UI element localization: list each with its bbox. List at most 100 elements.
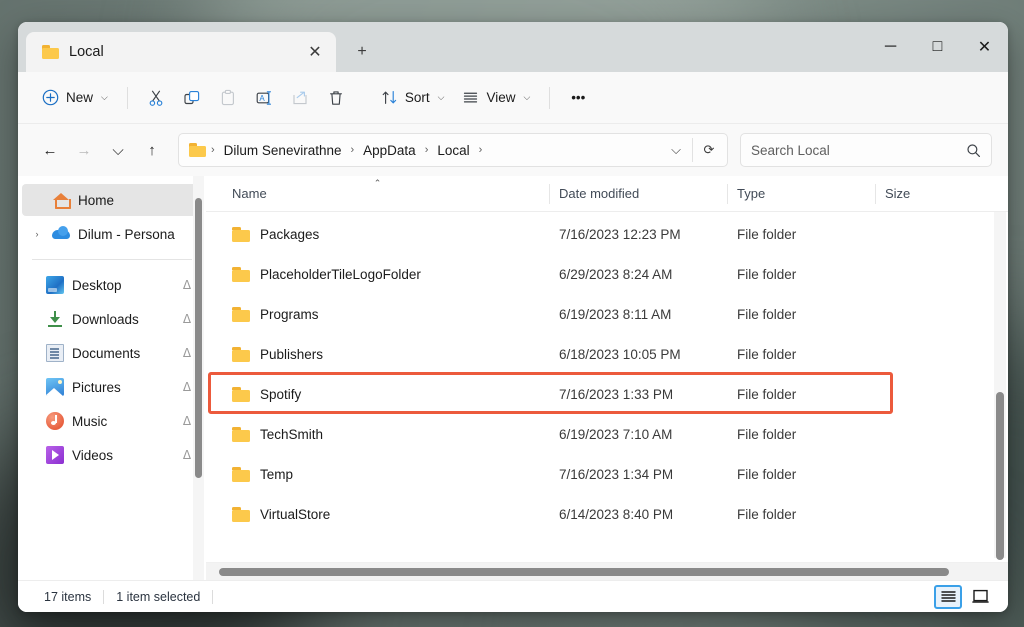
sidebar-item-label: Home: [78, 192, 115, 208]
up-icon[interactable]: ↑: [136, 134, 168, 166]
pin-icon[interactable]: ᐃ: [180, 278, 194, 292]
column-header-label: Name: [232, 186, 267, 201]
pin-icon[interactable]: ᐃ: [180, 346, 194, 360]
column-header-size[interactable]: Size: [875, 176, 985, 212]
refresh-icon[interactable]: ⟳: [695, 136, 723, 164]
pin-icon[interactable]: ᐃ: [180, 312, 194, 326]
search-input[interactable]: [751, 142, 966, 158]
chevron-right-icon[interactable]: ›: [30, 229, 44, 239]
documents-icon: [46, 344, 64, 362]
share-icon: [293, 91, 307, 104]
breadcrumb-separator: ›: [211, 144, 215, 156]
row-date-cell: 6/14/2023 8:40 PM: [559, 506, 674, 522]
address-breadcrumb-bar[interactable]: › Dilum Senevirathne › AppData › Local ›…: [178, 133, 728, 167]
sidebar-item-documents[interactable]: Documents ᐃ: [22, 337, 198, 369]
row-name-cell: Publishers: [206, 346, 549, 362]
command-toolbar: New ⌵ A Sort ⌵ View ⌵ •••: [18, 72, 1008, 124]
toolbar-divider: [126, 86, 128, 109]
maximize-icon[interactable]: □: [914, 22, 961, 72]
sort-button[interactable]: Sort ⌵: [373, 81, 453, 115]
folder-icon: [232, 226, 250, 242]
row-name-text: VirtualStore: [260, 506, 331, 522]
table-row[interactable]: Publishers 6/18/2023 10:05 PM File folde…: [206, 334, 1008, 374]
details-view-icon: [940, 591, 956, 602]
row-date-cell: 6/19/2023 7:10 AM: [559, 426, 673, 442]
row-name-text: Spotify: [260, 386, 302, 402]
search-box[interactable]: [740, 133, 992, 167]
delete-button[interactable]: [319, 81, 353, 115]
chevron-down-icon: ⌵: [101, 92, 108, 102]
sidebar-item-pictures[interactable]: Pictures ᐃ: [22, 371, 198, 403]
title-bar: Local ✕ + ─ □ ✕: [18, 22, 1008, 72]
column-header-name[interactable]: Name ⌃: [206, 176, 549, 212]
file-list-horizontal-scrollbar[interactable]: [206, 562, 1008, 580]
sidebar-item-desktop[interactable]: Desktop ᐃ: [22, 269, 198, 301]
breadcrumb-separator: ›: [424, 144, 429, 156]
table-row[interactable]: TechSmith 6/19/2023 7:10 AM File folder: [206, 414, 1008, 454]
copy-button[interactable]: [175, 81, 209, 115]
column-header-date-modified[interactable]: Date modified: [549, 176, 727, 212]
sidebar-item-downloads[interactable]: Downloads ᐃ: [22, 303, 198, 335]
rename-button[interactable]: A: [247, 81, 281, 115]
pin-icon[interactable]: ᐃ: [180, 380, 194, 394]
column-header-type[interactable]: Type: [727, 176, 875, 212]
file-list-scrollbar-thumb[interactable]: [996, 392, 1004, 560]
cut-button[interactable]: [139, 81, 173, 115]
row-type-cell: File folder: [737, 306, 797, 322]
back-icon[interactable]: ←: [34, 134, 66, 166]
address-dropdown-icon[interactable]: ⌵: [662, 136, 690, 164]
table-row[interactable]: Packages 7/16/2023 12:23 PM File folder: [206, 214, 1008, 254]
toolbar-divider: [549, 86, 551, 109]
tab-local[interactable]: Local ✕: [26, 32, 336, 72]
sidebar-scrollbar-thumb[interactable]: [195, 198, 202, 478]
home-icon: [52, 191, 71, 209]
details-view-button[interactable]: [934, 584, 962, 609]
pictures-icon: [46, 378, 64, 396]
folder-icon: [232, 306, 250, 322]
breadcrumb-item-appdata[interactable]: AppData: [357, 140, 422, 161]
row-type-cell: File folder: [737, 506, 797, 522]
scissors-icon: [149, 90, 163, 106]
sidebar-scrollbar[interactable]: [193, 176, 204, 580]
breadcrumb-item-user[interactable]: Dilum Senevirathne: [218, 140, 348, 161]
row-date-cell: 7/16/2023 12:23 PM: [559, 226, 681, 242]
new-button[interactable]: New ⌵: [34, 81, 116, 115]
table-row[interactable]: PlaceholderTileLogoFolder 6/29/2023 8:24…: [206, 254, 1008, 294]
sidebar-item-music[interactable]: Music ᐃ: [22, 405, 198, 437]
pin-icon[interactable]: ᐃ: [180, 448, 194, 462]
view-button[interactable]: View ⌵: [454, 81, 538, 115]
row-name-cell: PlaceholderTileLogoFolder: [206, 266, 549, 282]
file-list-horizontal-scrollbar-thumb[interactable]: [219, 568, 949, 576]
large-icons-view-button[interactable]: [966, 585, 994, 609]
desktop-icon: [46, 276, 64, 294]
forward-icon[interactable]: →: [68, 134, 100, 166]
sidebar-item-videos[interactable]: Videos ᐃ: [22, 439, 198, 471]
sidebar-item-label: Desktop: [72, 277, 122, 293]
recent-locations-icon[interactable]: ⌵: [102, 134, 134, 166]
sidebar-item-label: Documents: [72, 345, 141, 361]
table-row[interactable]: Programs 6/19/2023 8:11 AM File folder: [206, 294, 1008, 334]
plus-circle-icon: [42, 89, 59, 106]
close-tab-icon[interactable]: ✕: [300, 37, 330, 67]
table-row-selected[interactable]: Spotify 7/16/2023 1:33 PM File folder: [206, 374, 1008, 414]
row-name-cell: VirtualStore: [206, 506, 549, 522]
address-divider: [692, 138, 693, 162]
breadcrumb-item-local[interactable]: Local: [431, 140, 475, 161]
folder-icon: [232, 266, 250, 282]
sidebar-item-onedrive[interactable]: › Dilum - Persona: [22, 218, 198, 250]
minimize-icon[interactable]: ─: [867, 22, 914, 72]
pin-icon[interactable]: ᐃ: [180, 414, 194, 428]
more-options-button[interactable]: •••: [561, 81, 595, 115]
file-list-scrollbar[interactable]: [994, 212, 1006, 560]
paste-button[interactable]: [211, 81, 245, 115]
table-row[interactable]: Temp 7/16/2023 1:34 PM File folder: [206, 454, 1008, 494]
paste-icon: [221, 89, 234, 105]
new-tab-icon[interactable]: +: [342, 32, 382, 72]
music-icon: [46, 412, 64, 430]
share-button[interactable]: [283, 81, 317, 115]
row-type-cell: File folder: [737, 426, 797, 442]
table-row[interactable]: VirtualStore 6/14/2023 8:40 PM File fold…: [206, 494, 1008, 534]
close-window-icon[interactable]: ✕: [961, 22, 1008, 72]
sort-arrows-icon: [382, 91, 397, 104]
sidebar-item-home[interactable]: Home: [22, 184, 198, 216]
